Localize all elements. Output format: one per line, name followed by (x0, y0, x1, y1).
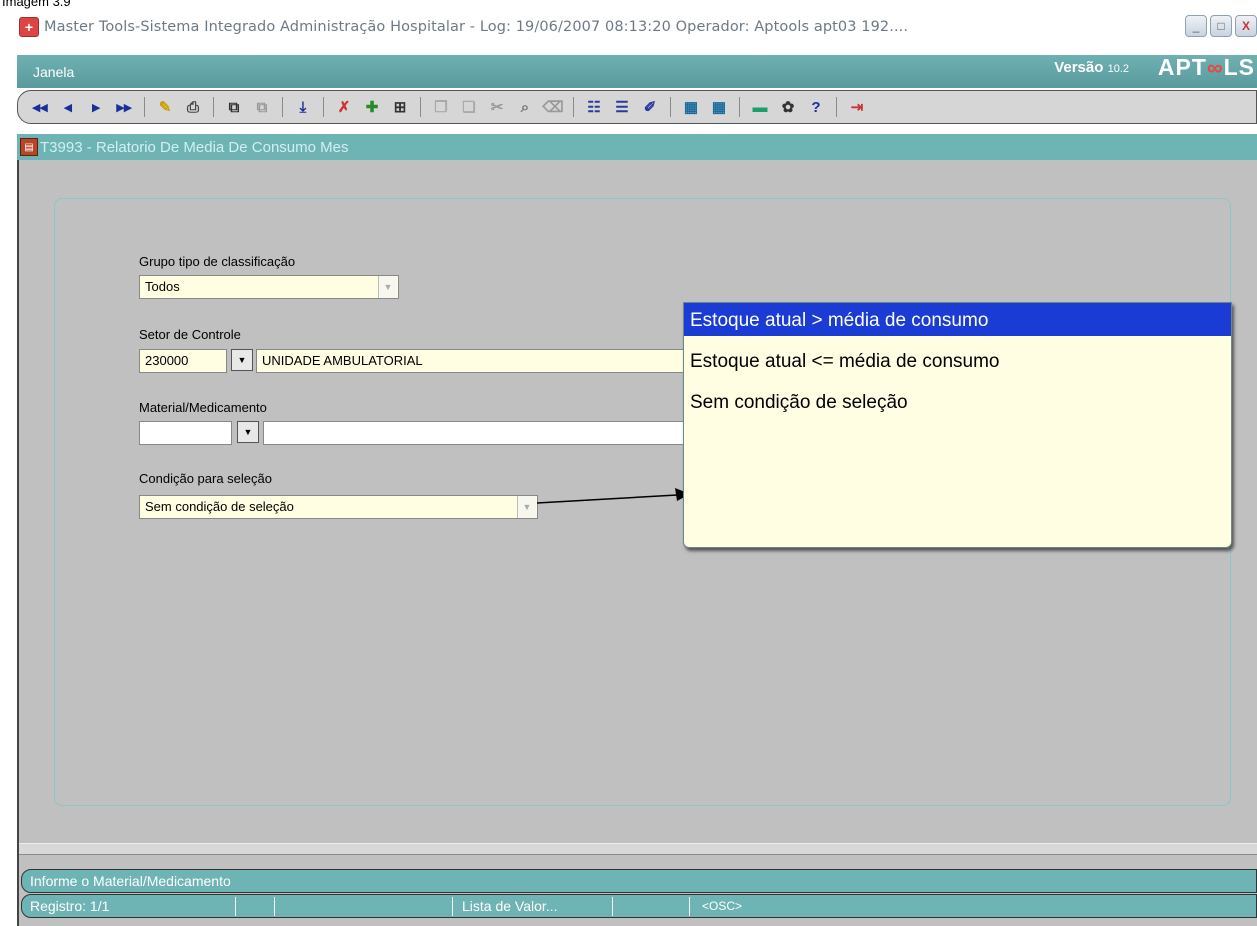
app-cross-icon: + (19, 17, 39, 37)
status-separator (689, 897, 690, 916)
first-record-icon[interactable]: ◂◂ (28, 95, 52, 119)
menubar: Janela Versão 10.2 APT∞LS (17, 54, 1257, 88)
hint-text: Informe o Material/Medicamento (30, 873, 231, 889)
grid-icon[interactable]: ▦ (679, 95, 703, 119)
delete-record-icon[interactable]: ✗ (332, 95, 356, 119)
copy-icon[interactable]: ❐ (429, 95, 453, 119)
grupo-value: Todos (145, 279, 180, 294)
window-title: Master Tools-Sistema Integrado Administr… (44, 19, 909, 35)
record-counter: Registro: 1/1 (30, 898, 110, 914)
paste-icon[interactable]: ❏ (457, 95, 481, 119)
image-caption: Imagem 3.9 (2, 0, 71, 9)
toolbar-separator (213, 97, 214, 117)
material-lov-button[interactable]: ▼ (237, 421, 259, 443)
brand-text-b: LS (1223, 54, 1255, 80)
execute-query-icon[interactable]: ⧉ (250, 95, 274, 119)
close-button[interactable]: X (1235, 15, 1257, 37)
brand-loop-icon: ∞ (1206, 55, 1224, 80)
cut-icon[interactable]: ✂ (485, 95, 509, 119)
toolbar-separator (144, 97, 145, 117)
status-divider (19, 843, 1257, 855)
window-icon[interactable]: ▬ (748, 95, 772, 119)
popup-option[interactable]: Estoque atual <= média de consumo (684, 344, 1231, 377)
chevron-down-icon[interactable]: ▼ (378, 276, 397, 298)
toolbar-separator (573, 97, 574, 117)
status-separator (612, 897, 613, 916)
popup-option[interactable]: Sem condição de seleção (684, 385, 1231, 418)
print-icon[interactable]: ⎙ (181, 95, 205, 119)
material-label: Material/Medicamento (139, 400, 267, 415)
osc-indicator: <OSC> (702, 899, 743, 913)
toolbar-separator (420, 97, 421, 117)
last-record-icon[interactable]: ▸▸ (112, 95, 136, 119)
grupo-select[interactable]: Todos ▼ (139, 275, 399, 299)
duplicate-record-icon[interactable]: ⊞ (388, 95, 412, 119)
status-area: Informe o Material/Medicamento Registro:… (17, 843, 1257, 926)
status-separator (274, 897, 275, 916)
condicao-label: Condição para seleção (139, 471, 272, 486)
toolbar-separator (282, 97, 283, 117)
form-icon: ▤ (20, 138, 38, 156)
status-separator (452, 897, 453, 916)
version-text: Versão (1054, 59, 1104, 76)
setor-code-field[interactable]: 230000 (139, 349, 227, 373)
toolbar-separator (739, 97, 740, 117)
brand-logo: APT∞LS (1158, 54, 1255, 81)
toolbar-separator (836, 97, 837, 117)
setor-label: Setor de Controle (139, 327, 241, 342)
help-icon[interactable]: ? (804, 95, 828, 119)
form-titlebar: ▤ T3993 - Relatorio De Media De Consumo … (17, 134, 1257, 160)
edit-icon[interactable]: ✎ (153, 95, 177, 119)
window-titlebar: + Master Tools-Sistema Integrado Adminis… (17, 13, 1257, 41)
hint-bar: Informe o Material/Medicamento (21, 869, 1257, 893)
query-icon[interactable]: ⧉ (222, 95, 246, 119)
grupo-label: Grupo tipo de classificação (139, 254, 296, 269)
list-values-icon[interactable]: ☷ (582, 95, 606, 119)
chevron-down-icon[interactable]: ▼ (517, 496, 536, 518)
exit-icon[interactable]: ⇥ (845, 95, 869, 119)
help-key-icon[interactable]: ✿ (776, 95, 800, 119)
condition-options-popup: Estoque atual > média de consumo Estoque… (683, 302, 1232, 548)
list-of-values-indicator: Lista de Valor... (462, 898, 558, 914)
grid-add-icon[interactable]: ▦ (707, 95, 731, 119)
insert-record-icon[interactable]: ✚ (360, 95, 384, 119)
tools-icon[interactable]: ✐ (638, 95, 662, 119)
popup-option[interactable]: Estoque atual > média de consumo (684, 303, 1231, 336)
status-separator (235, 897, 236, 916)
toolbar-separator (323, 97, 324, 117)
clear-icon[interactable]: ⌫ (541, 95, 565, 119)
maximize-button[interactable]: □ (1210, 15, 1232, 37)
next-record-icon[interactable]: ▸ (84, 95, 108, 119)
brand-text-a: APT (1157, 54, 1207, 80)
minimize-button[interactable]: _ (1185, 15, 1207, 37)
menu-janela[interactable]: Janela (33, 64, 74, 80)
pointer-arrow (536, 488, 690, 504)
toolbar-separator (670, 97, 671, 117)
condicao-select[interactable]: Sem condição de seleção ▼ (139, 495, 538, 519)
toolbar: ◂◂ ◂ ▸ ▸▸ ✎ ⎙ ⧉ ⧉ ⤓ ✗ ✚ ⊞ ❐ ❏ ✂ ⌕ ⌫ ☷ ☰ … (17, 90, 1257, 124)
version-label: Versão 10.2 (1054, 59, 1129, 76)
form-title: T3993 - Relatorio De Media De Consumo Me… (40, 138, 349, 156)
version-number: 10.2 (1107, 63, 1129, 75)
material-code-field[interactable] (139, 421, 232, 445)
condicao-value: Sem condição de seleção (145, 499, 294, 514)
material-name-field[interactable] (263, 421, 686, 445)
status-bar: Registro: 1/1 Lista de Valor... <OSC> (21, 894, 1257, 918)
edit-field-icon[interactable]: ☰ (610, 95, 634, 119)
save-icon[interactable]: ⤓ (291, 95, 315, 119)
setor-name-field[interactable]: UNIDADE AMBULATORIAL (256, 349, 686, 373)
find-icon[interactable]: ⌕ (513, 95, 537, 119)
window-controls: _ □ X (1185, 15, 1257, 37)
previous-record-icon[interactable]: ◂ (56, 95, 80, 119)
setor-lov-button[interactable]: ▼ (231, 349, 253, 371)
